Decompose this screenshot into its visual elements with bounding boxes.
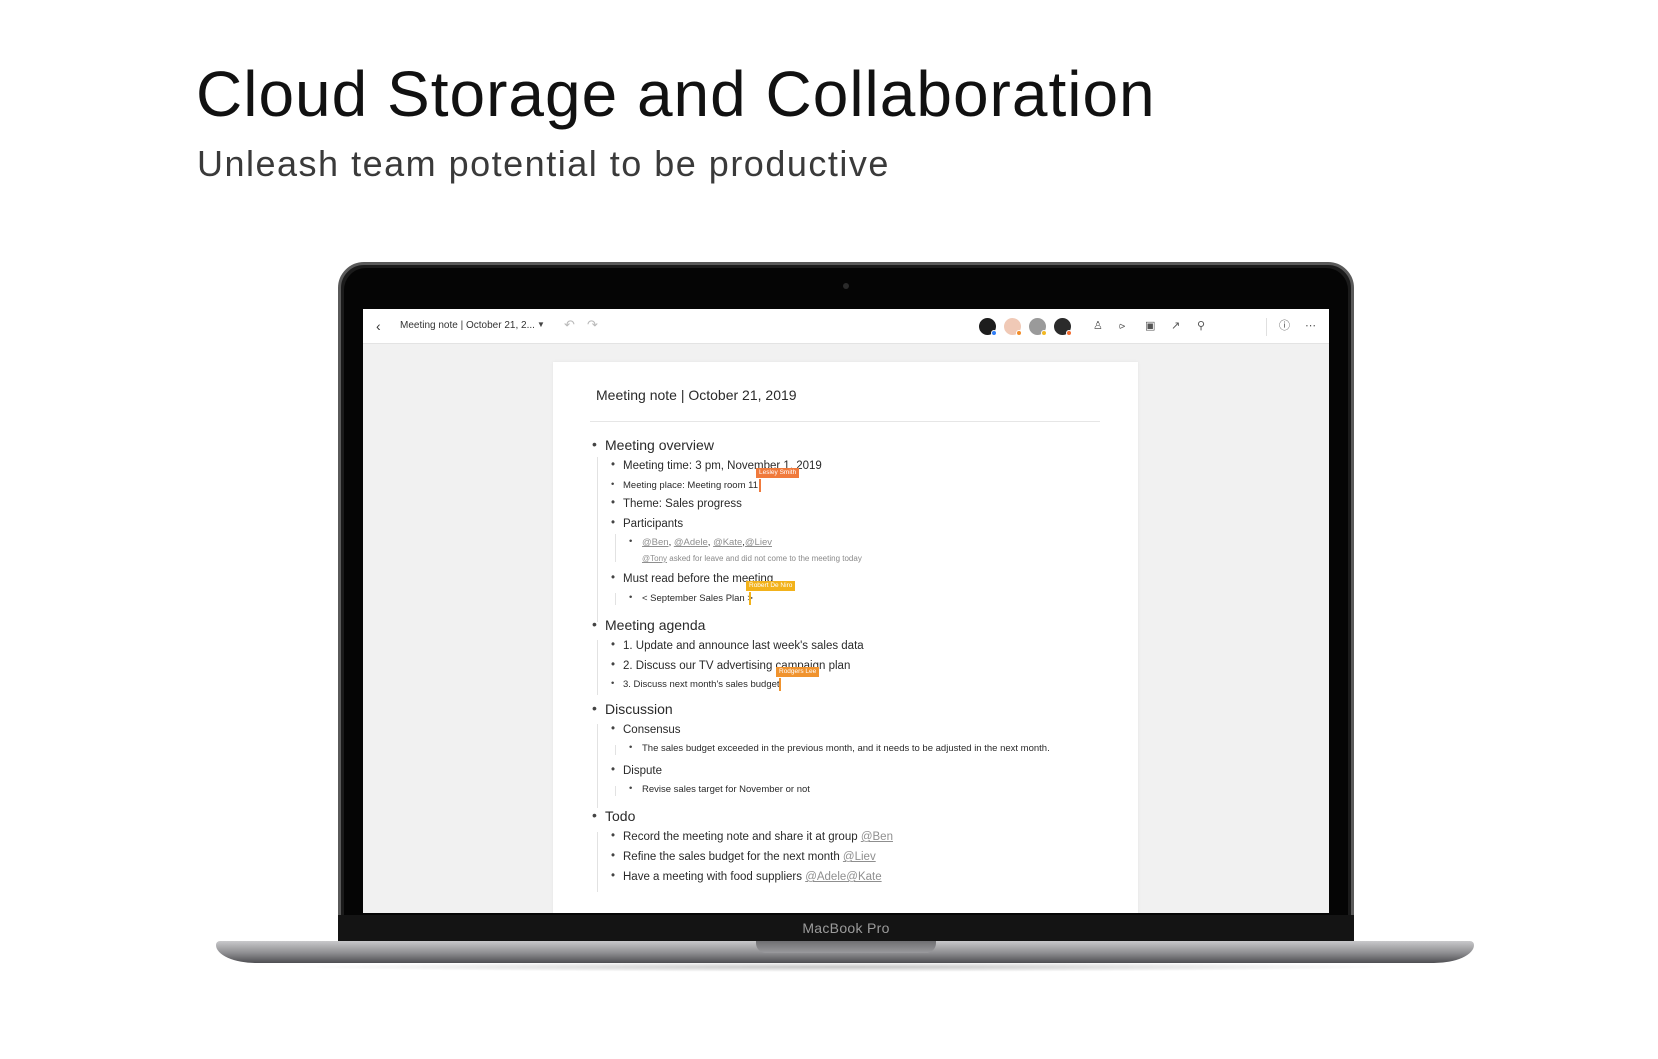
bullet-icon: • [611,659,616,671]
section-heading[interactable]: Meeting agenda [605,617,705,633]
status-dot [1016,330,1022,336]
collaborator-cursor [749,592,751,605]
avatar[interactable] [1003,317,1022,336]
bullet-icon: • [611,639,616,651]
app-screen: ‹ Meeting note | October 21, 2... ▼ ↶ ↷ … [363,309,1329,913]
bullet-icon: • [629,592,633,603]
bullet-icon: • [611,870,616,882]
collaborator-cursor-tag: Lesley Smith [756,468,800,478]
list-item[interactable]: Participants [623,518,683,530]
export-icon[interactable]: ↗ [1171,319,1180,333]
note-text: asked for leave and did not come to the … [667,554,862,563]
redo-icon[interactable]: ↷ [587,317,598,333]
help-icon[interactable]: ⓘ [1279,319,1290,333]
bullet-icon: • [611,678,615,689]
todo-text: Record the meeting note and share it at … [623,831,861,843]
status-dot [1066,330,1072,336]
mention-link[interactable]: @Ben [642,537,669,548]
section-heading[interactable]: Meeting overview [605,437,714,453]
mention-link[interactable]: @Kate [713,537,742,548]
bullet-icon: • [629,536,633,547]
bullet-icon: • [592,700,597,716]
device-label: MacBook Pro [802,920,890,936]
avatar[interactable] [1028,317,1047,336]
list-item[interactable]: Dispute [623,765,662,777]
mention-link[interactable]: @Adele@Kate [805,871,881,883]
avatar[interactable] [1053,317,1072,336]
participants-line: @Ben, @Adele, @Kate,@Liev [642,537,772,548]
bullet-icon: • [611,497,616,509]
indent-rail [615,593,616,605]
bullet-icon: • [592,807,597,823]
indent-rail [615,786,616,796]
toolbar: ‹ Meeting note | October 21, 2... ▼ ↶ ↷ … [363,309,1329,344]
bullet-icon: • [611,764,616,776]
todo-text: Refine the sales budget for the next mon… [623,851,843,863]
collaborator-cursor-tag: Rodgers Lee [776,667,820,677]
list-item[interactable]: Refine the sales budget for the next mon… [623,851,876,863]
hero-subtitle: Unleash team potential to be productive [197,143,890,184]
bullet-icon: • [629,742,633,753]
list-item[interactable]: Consensus [623,724,681,736]
camera [843,283,849,289]
bullet-icon: • [592,616,597,632]
chevron-left-icon[interactable]: ‹ [376,318,381,334]
list-item[interactable]: Revise sales target for November or not [642,784,810,795]
collaborator-cursor [779,678,781,691]
search-icon[interactable]: ⚲ [1197,319,1205,333]
section-heading[interactable]: Discussion [605,701,673,717]
mention-link[interactable]: @Liev [745,537,772,548]
presentation-icon[interactable]: ▣ [1145,319,1155,333]
mention-link[interactable]: @Ben [861,831,893,843]
share-icon[interactable]: ⪧ [1119,319,1125,333]
list-item[interactable]: 1. Update and announce last week's sales… [623,640,864,652]
bullet-icon: • [611,572,616,584]
toolbar-divider [1266,318,1267,336]
status-dot [991,330,997,336]
indent-rail [615,534,616,562]
list-item[interactable]: 3. Discuss next month's sales budget [623,679,780,690]
indent-rail [597,832,598,892]
collaborator-cursor [759,479,761,492]
mention-link[interactable]: @Adele [674,537,708,548]
participants-note: @Tony asked for leave and did not come t… [642,554,862,563]
more-icon[interactable]: ⋯ [1305,319,1316,333]
mention-link[interactable]: @Tony [642,554,667,563]
collaborator-icon[interactable]: ♙ [1093,319,1103,333]
document-page: Meeting note | October 21, 2019 • Meetin… [553,362,1138,913]
caret-down-icon[interactable]: ▼ [537,320,545,329]
list-item[interactable]: Have a meeting with food suppliers @Adel… [623,871,882,883]
indent-rail [615,745,616,755]
indent-rail [597,724,598,808]
list-item[interactable]: Record the meeting note and share it at … [623,831,893,843]
doc-heading[interactable]: Meeting note | October 21, 2019 [596,387,797,403]
status-dot [1041,330,1047,336]
heading-divider [590,421,1100,422]
laptop-shadow [290,962,1400,972]
hero-title: Cloud Storage and Collaboration [196,58,1156,130]
bullet-icon: • [611,459,616,471]
list-item[interactable]: Theme: Sales progress [623,498,742,510]
bullet-icon: • [611,479,615,490]
list-item[interactable]: The sales budget exceeded in the previou… [642,743,1050,754]
bullet-icon: • [592,436,597,452]
indent-rail [597,457,598,622]
todo-text: Have a meeting with food suppliers [623,871,806,883]
bullet-icon: • [611,723,616,735]
laptop-notch [756,941,936,953]
bullet-icon: • [611,517,616,529]
collaborator-cursor-tag: Robert De Niro [746,581,796,591]
mention-link[interactable]: @Liev [843,851,876,863]
doc-title[interactable]: Meeting note | October 21, 2... [400,320,535,331]
indent-rail [597,640,598,695]
bullet-icon: • [629,783,633,794]
bullet-icon: • [611,830,616,842]
undo-icon[interactable]: ↶ [564,317,575,333]
section-heading[interactable]: Todo [605,808,635,824]
avatar[interactable] [978,317,997,336]
bullet-icon: • [611,850,616,862]
list-item[interactable]: Meeting place: Meeting room 11 [623,480,758,491]
list-item[interactable]: < September Sales Plan > [642,593,753,604]
